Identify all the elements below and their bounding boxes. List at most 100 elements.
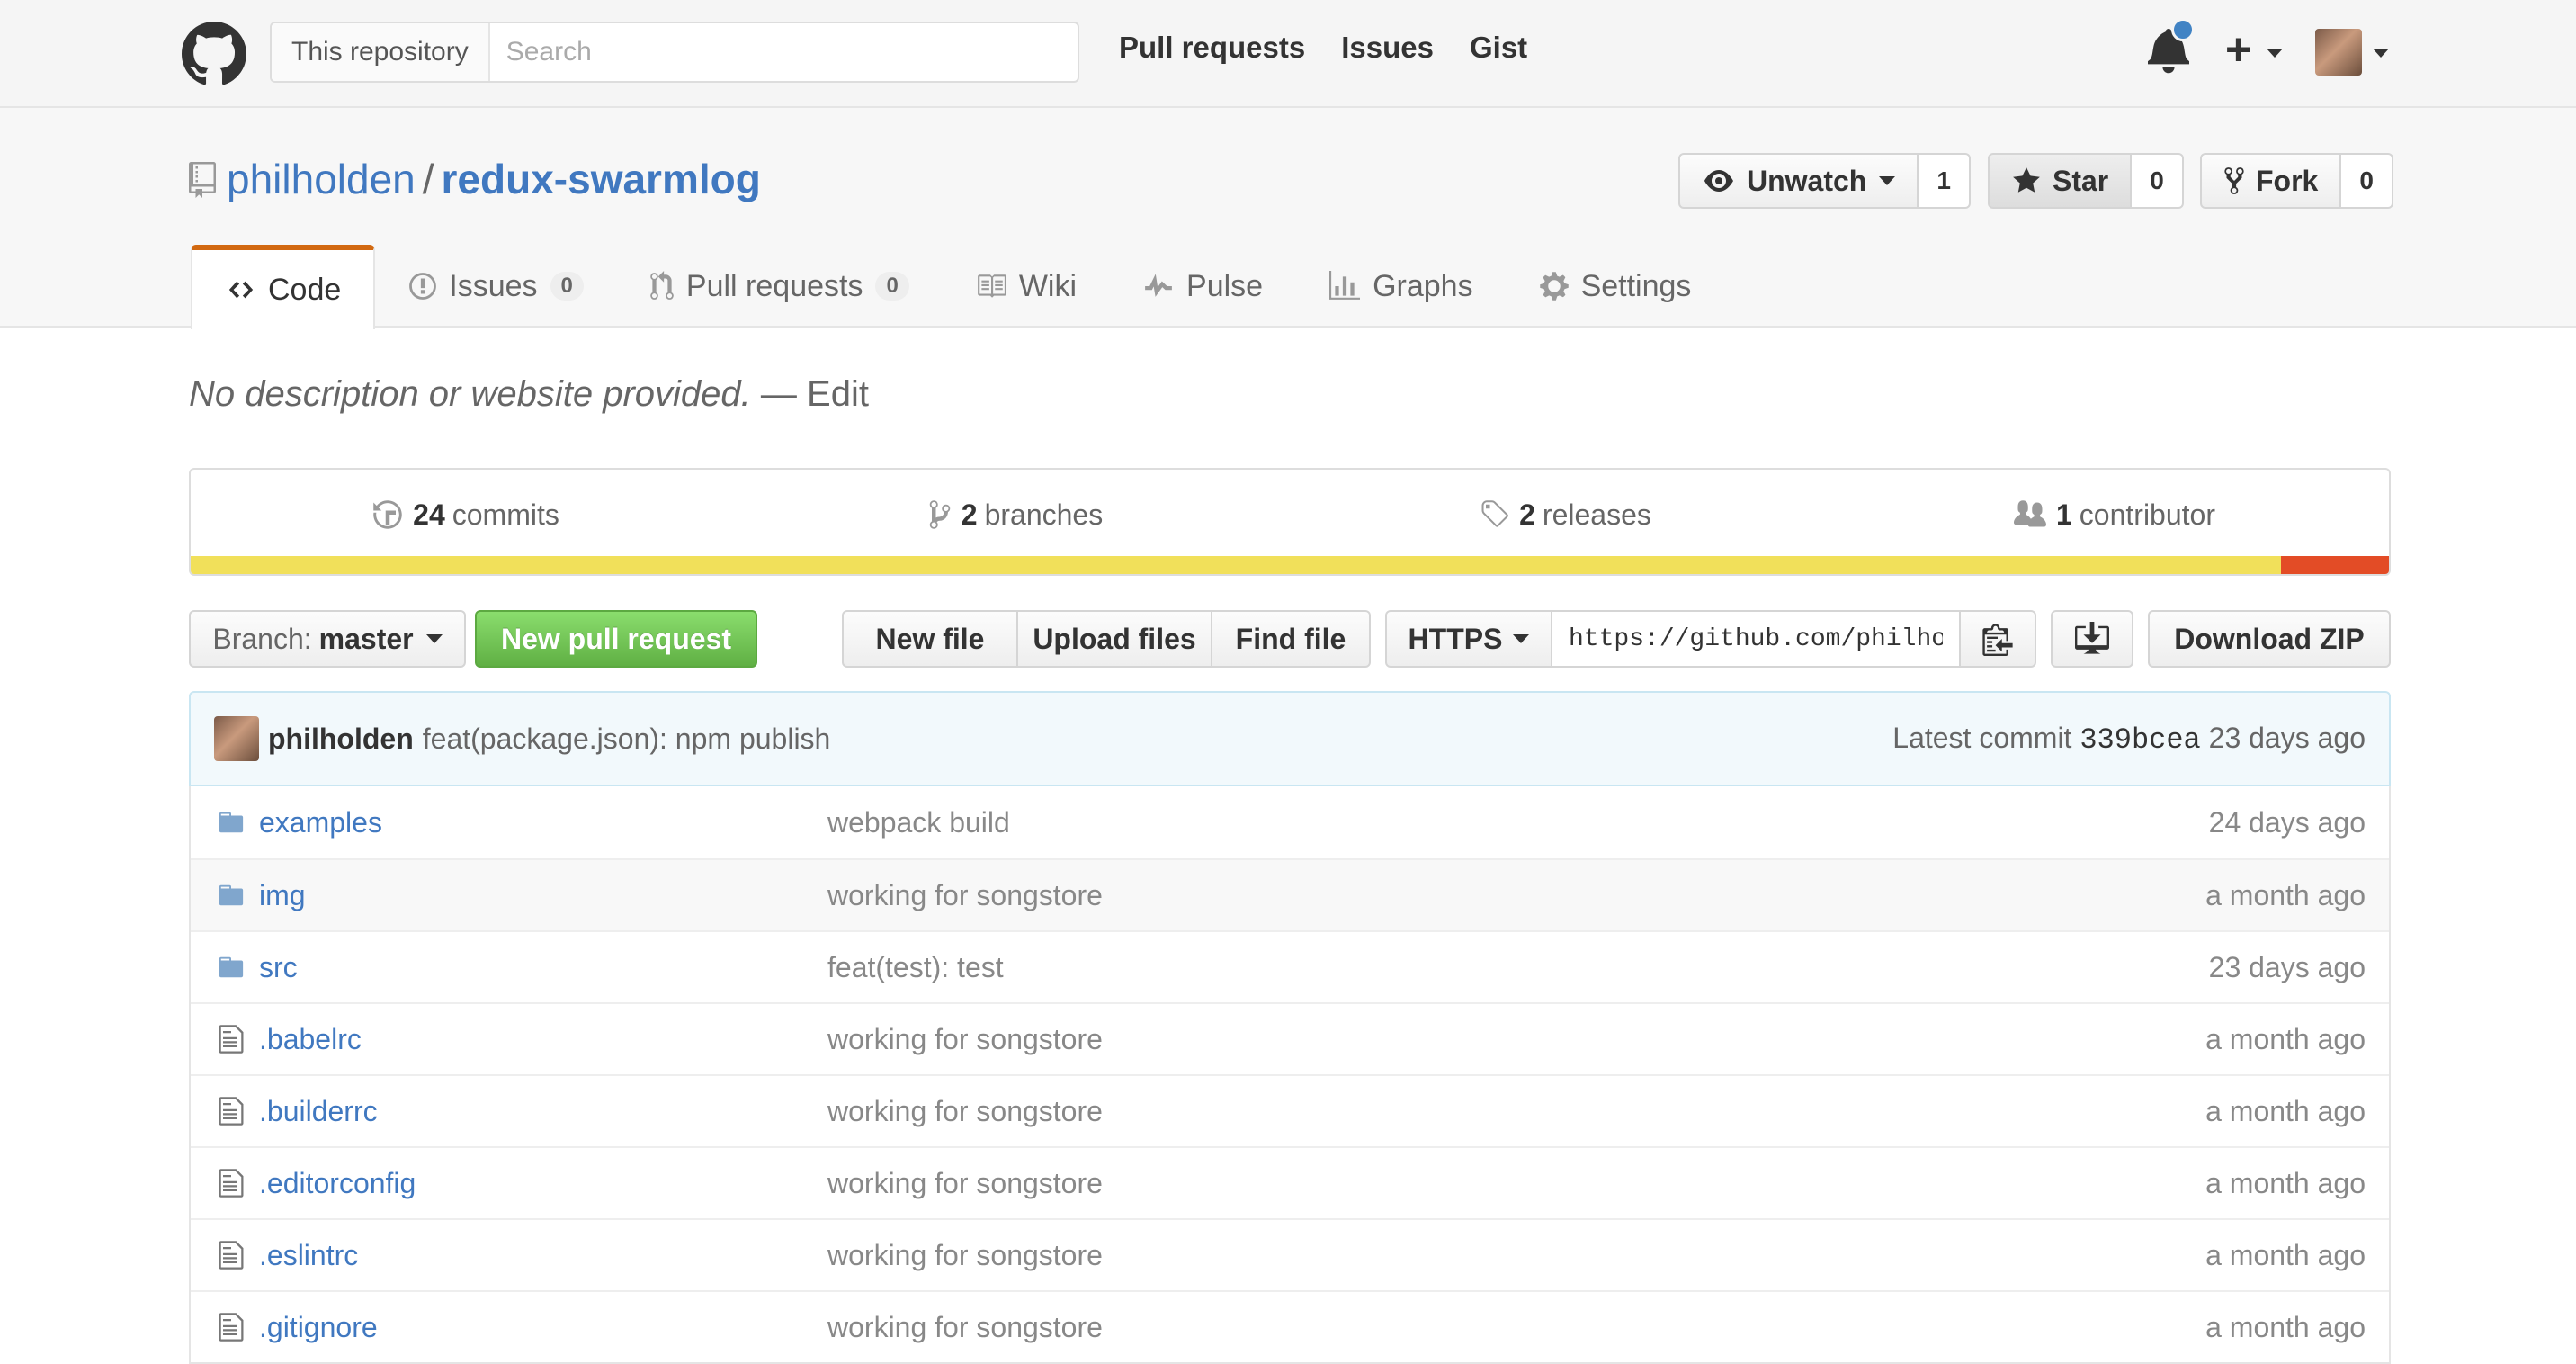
upload-files-button[interactable]: Upload files (1018, 610, 1212, 668)
file-name-link[interactable]: .eslintrc (259, 1239, 827, 1272)
file-age: 24 days ago (2208, 805, 2366, 839)
tab-pulse[interactable]: Pulse (1109, 245, 1295, 328)
file-row[interactable]: img working for songstore a month ago (191, 858, 2389, 930)
latest-commit-label: Latest commit (1892, 721, 2072, 754)
fork-button[interactable]: Fork (2200, 153, 2342, 209)
repo-title: philholden / redux-swarmlog (227, 155, 761, 203)
tab-code[interactable]: Code (191, 245, 376, 329)
tag-icon (1481, 500, 1509, 527)
chevron-down-icon[interactable] (2267, 49, 2283, 58)
file-text-icon (191, 1167, 259, 1199)
file-commit-message[interactable]: feat(test): test (827, 951, 2209, 984)
branch-select-button[interactable]: Branch: master (189, 610, 466, 668)
branch-name: master (318, 622, 414, 655)
branches-link[interactable]: 2 branches (740, 470, 1290, 560)
user-avatar[interactable] (2315, 29, 2362, 76)
new-file-button[interactable]: New file (842, 610, 1018, 668)
file-row[interactable]: src feat(test): test 23 days ago (191, 930, 2389, 1002)
create-new-plus-icon[interactable]: + (2225, 27, 2251, 72)
file-row[interactable]: .gitignore working for songstore a month a… (191, 1290, 2389, 1362)
copy-to-clipboard-button[interactable] (1959, 610, 2036, 668)
releases-count: 2 (1519, 498, 1535, 531)
download-zip-button[interactable]: Download ZIP (2148, 610, 2391, 668)
tab-issues[interactable]: Issues 0 (375, 245, 616, 328)
contributors-label: contributor (2079, 498, 2215, 531)
nav-gist[interactable]: Gist (1470, 31, 1527, 65)
language-bar[interactable] (191, 556, 2389, 574)
releases-label: releases (1542, 498, 1651, 531)
file-row[interactable]: .babelrc working for songstore a month ago (191, 1002, 2389, 1074)
pull-requests-counter: 0 (875, 272, 909, 301)
file-commit-message[interactable]: working for songstore (827, 1023, 2205, 1056)
eye-icon (1704, 170, 1733, 192)
file-name-link[interactable]: .babelrc (259, 1023, 827, 1056)
tab-graphs[interactable]: Graphs (1295, 245, 1506, 328)
repo-description: No description or website provided. — Ed… (189, 374, 869, 415)
file-name-link[interactable]: src (259, 951, 827, 984)
contributors-link[interactable]: 1 contributor (1839, 470, 2389, 560)
git-branch-icon (929, 500, 951, 529)
pulse-icon (1145, 274, 1172, 297)
chevron-down-icon[interactable] (2373, 49, 2389, 58)
tab-code-label: Code (268, 272, 342, 307)
forks-count[interactable]: 0 (2341, 153, 2393, 209)
file-name-link[interactable]: .builderrc (259, 1095, 827, 1128)
git-pull-request-icon (650, 271, 674, 300)
file-commit-message[interactable]: working for songstore (827, 1239, 2205, 1272)
search-scope-label[interactable]: This repository (272, 23, 490, 81)
tab-pull-requests-label: Pull requests (685, 268, 863, 303)
watch-group: Unwatch 1 (1678, 153, 1971, 209)
search-input[interactable] (489, 23, 1078, 81)
commit-sha-link[interactable]: 339bcea (2080, 723, 2200, 757)
unwatch-button[interactable]: Unwatch (1678, 153, 1919, 209)
nav-pull-requests[interactable]: Pull requests (1119, 31, 1305, 65)
watchers-count[interactable]: 1 (1919, 153, 1971, 209)
commit-author[interactable]: philholden (268, 722, 414, 756)
file-commit-message[interactable]: webpack build (827, 806, 2209, 839)
tab-pulse-label: Pulse (1186, 268, 1264, 303)
commits-link[interactable]: 24 commits (191, 470, 740, 560)
file-name-link[interactable]: .editorconfig (259, 1167, 827, 1200)
file-commit-message[interactable]: working for songstore (827, 1311, 2205, 1344)
nav-issues[interactable]: Issues (1341, 31, 1434, 65)
tab-pull-requests[interactable]: Pull requests 0 (616, 245, 942, 328)
repo-tabs: Code Issues 0 Pull requests 0 Wiki Pulse… (191, 245, 1724, 329)
repo-name-link[interactable]: redux-swarmlog (442, 156, 761, 202)
file-name-link[interactable]: img (259, 879, 827, 912)
releases-link[interactable]: 2 releases (1290, 470, 1839, 560)
file-commit-message[interactable]: working for songstore (827, 879, 2205, 912)
file-name-link[interactable]: .gitignore (259, 1311, 827, 1344)
file-row[interactable]: .eslintrc working for songstore a month ag… (191, 1218, 2389, 1290)
stargazers-count[interactable]: 0 (2132, 153, 2184, 209)
commit-author-avatar[interactable] (214, 716, 259, 761)
file-row[interactable]: .builderrc working for songstore a month a… (191, 1074, 2389, 1146)
site-header: This repository Pull requests Issues Gis… (0, 0, 2576, 108)
file-name-link[interactable]: examples (259, 806, 827, 839)
graph-icon (1329, 271, 1361, 300)
open-in-desktop-button[interactable] (2051, 610, 2133, 668)
chevron-down-icon (425, 634, 443, 643)
tab-settings[interactable]: Settings (1506, 245, 1724, 328)
edit-description-link[interactable]: Edit (807, 374, 869, 414)
clone-url-input[interactable] (1552, 610, 1959, 668)
fork-group: Fork 0 (2200, 153, 2393, 209)
file-commit-message[interactable]: working for songstore (827, 1095, 2205, 1128)
new-pull-request-button[interactable]: New pull request (475, 610, 757, 668)
contributors-count: 1 (2056, 498, 2072, 531)
folder-icon (191, 809, 259, 836)
chevron-down-icon (1879, 176, 1896, 185)
star-button[interactable]: Star (1988, 153, 2133, 209)
history-icon (373, 500, 402, 529)
github-logo-icon[interactable] (182, 22, 246, 86)
file-commit-message[interactable]: working for songstore (827, 1167, 2205, 1200)
file-row[interactable]: .editorconfig working for songstore a mont… (191, 1146, 2389, 1218)
clone-protocol-select[interactable]: HTTPS (1385, 610, 1552, 668)
file-age: a month ago (2205, 1022, 2366, 1055)
repo-owner-link[interactable]: philholden (227, 156, 416, 202)
organization-icon (2014, 500, 2046, 527)
commit-message[interactable]: feat(package.json): npm publish (423, 722, 831, 756)
find-file-button[interactable]: Find file (1212, 610, 1371, 668)
tab-wiki[interactable]: Wiki (942, 245, 1109, 328)
file-text-icon (191, 1023, 259, 1055)
file-row[interactable]: examples webpack build 24 days ago (191, 786, 2389, 858)
